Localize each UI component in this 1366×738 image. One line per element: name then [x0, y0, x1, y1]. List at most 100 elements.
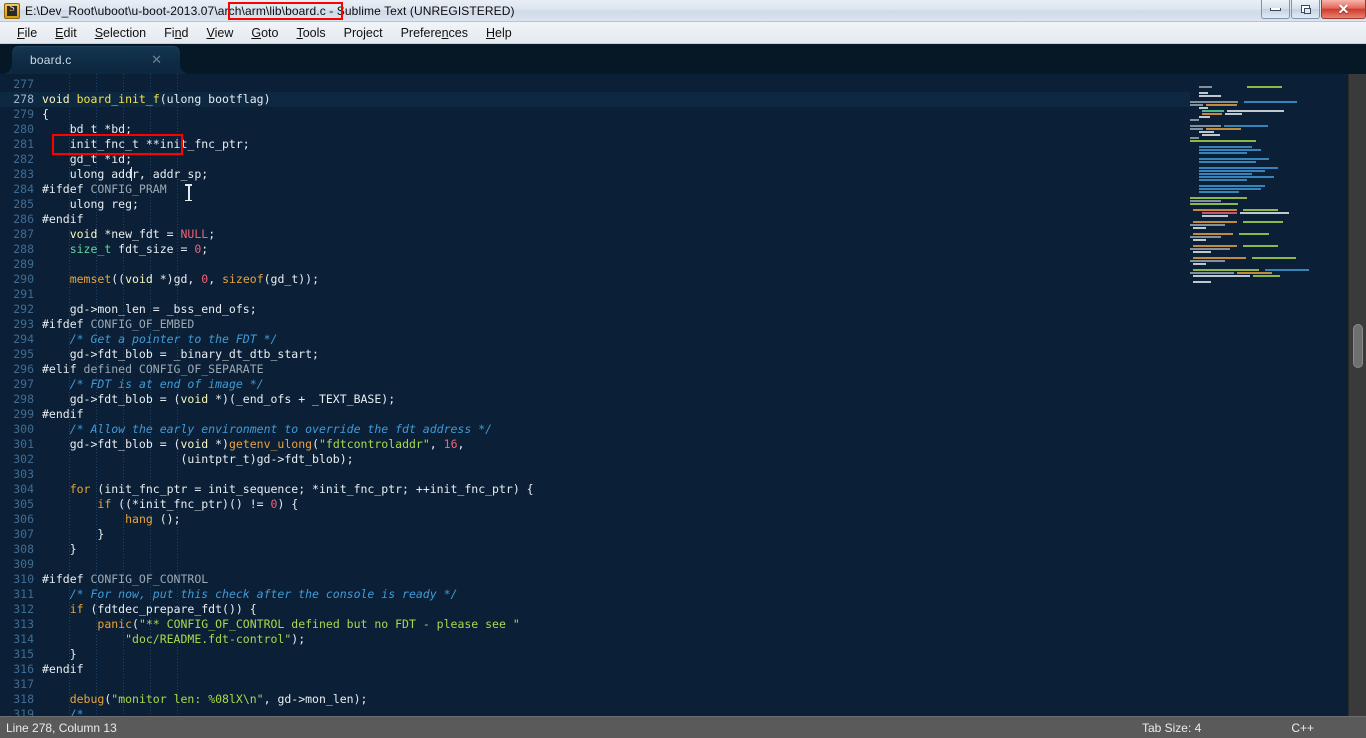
scrollbar-thumb[interactable] [1353, 324, 1363, 368]
code-line[interactable]: 284 #ifdef CONFIG_PRAM [0, 182, 1190, 197]
code-line[interactable]: 311 /* For now, put this check after the… [0, 587, 1190, 602]
code-line[interactable]: 298 gd->fdt_blob = (void *)(_end_ofs + _… [0, 392, 1190, 407]
minimap-token [1243, 221, 1283, 223]
code-line[interactable]: 292 gd->mon_len = _bss_end_ofs; [0, 302, 1190, 317]
menu-item-view[interactable]: View [197, 24, 242, 42]
code-line[interactable]: 288 size_t fdt_size = 0; [0, 242, 1190, 257]
token: (fdtdec_prepare_fdt()) { [83, 602, 257, 616]
code-line[interactable]: 317 [0, 677, 1190, 692]
token: , [429, 437, 444, 451]
line-text: memset((void *)gd, 0, sizeof(gd_t)); [42, 272, 319, 287]
token: sizeof [222, 272, 264, 286]
code-pane[interactable]: 277 278 void board_init_f(ulong bootflag)… [0, 74, 1190, 716]
code-line[interactable]: 305 if ((*init_fnc_ptr)() != 0) { [0, 497, 1190, 512]
minimap-token [1190, 125, 1221, 127]
code-line[interactable]: 277 [0, 77, 1190, 92]
menu-item-project[interactable]: Project [335, 24, 392, 42]
line-number: 314 [13, 632, 34, 646]
line-number: 307 [13, 527, 34, 541]
code-line[interactable]: 319 /* [0, 707, 1190, 716]
code-line[interactable]: 312 if (fdtdec_prepare_fdt()) { [0, 602, 1190, 617]
code-line[interactable]: 286 #endif [0, 212, 1190, 227]
code-minimap[interactable] [1190, 74, 1348, 716]
token: board_init_f [76, 92, 160, 106]
code-line[interactable]: 297 /* FDT is at end of image */ [0, 377, 1190, 392]
code-line[interactable]: 301 gd->fdt_blob = (void *)getenv_ulong(… [0, 437, 1190, 452]
menu-item-find[interactable]: Find [155, 24, 197, 42]
minimap-line [1190, 281, 1348, 284]
line-text: /* [42, 707, 84, 716]
token: debug [69, 692, 105, 706]
token: void [180, 392, 209, 406]
menu-item-file[interactable]: File [8, 24, 46, 42]
minimap-token [1190, 248, 1230, 250]
code-line[interactable]: 293 #ifdef CONFIG_OF_EMBED [0, 317, 1190, 332]
minimap-token [1247, 86, 1283, 88]
code-line[interactable]: 313 panic("** CONFIG_OF_CONTROL defined … [0, 617, 1190, 632]
code-line[interactable]: 283 ulong addr, addr_sp; [0, 167, 1190, 182]
code-line[interactable]: 285 ulong reg; [0, 197, 1190, 212]
line-text: for (init_fnc_ptr = init_sequence; *init… [42, 482, 534, 497]
code-line[interactable]: 314 "doc/README.fdt-control"); [0, 632, 1190, 647]
menu-item-tools[interactable]: Tools [287, 24, 334, 42]
code-line[interactable]: 289 [0, 257, 1190, 272]
code-line[interactable]: 287 void *new_fdt = NULL; [0, 227, 1190, 242]
code-line[interactable]: 308 } [0, 542, 1190, 557]
token: gd_t *id; [42, 152, 133, 166]
line-text: (uintptr_t)gd->fdt_blob); [42, 452, 353, 467]
token: /* Get a pointer to the FDT */ [69, 332, 278, 346]
code-line[interactable]: 278 void board_init_f(ulong bootflag) [0, 92, 1190, 107]
minimap-token [1193, 251, 1211, 253]
code-line[interactable]: 296 #elif defined CONFIG_OF_SEPARATE [0, 362, 1190, 377]
code-line[interactable]: 291 [0, 287, 1190, 302]
code-line[interactable]: 315 } [0, 647, 1190, 662]
token: #ifdef [42, 182, 91, 196]
minimize-button[interactable] [1261, 0, 1290, 19]
code-line[interactable]: 304 for (init_fnc_ptr = init_sequence; *… [0, 482, 1190, 497]
menu-item-selection[interactable]: Selection [86, 24, 155, 42]
minimize-icon [1270, 7, 1281, 11]
code-line[interactable]: 299 #endif [0, 407, 1190, 422]
code-line[interactable]: 294 /* Get a pointer to the FDT */ [0, 332, 1190, 347]
line-number: 300 [13, 422, 34, 436]
tab-size-status[interactable]: Tab Size: 4 [1142, 721, 1201, 735]
code-line[interactable]: 282 gd_t *id; [0, 152, 1190, 167]
line-number: 311 [13, 587, 34, 601]
minimap-token [1238, 233, 1270, 235]
tab-board-c[interactable]: board.c ✕ [2, 46, 190, 74]
code-line[interactable]: 316 #endif [0, 662, 1190, 677]
menu-item-help[interactable]: Help [477, 24, 521, 42]
code-line[interactable]: 290 memset((void *)gd, 0, sizeof(gd_t)); [0, 272, 1190, 287]
code-line[interactable]: 281 init_fnc_t **init_fnc_ptr; [0, 137, 1190, 152]
token: /* Allow the early environment to overri… [69, 422, 493, 436]
code-line[interactable]: 306 hang (); [0, 512, 1190, 527]
vertical-scrollbar[interactable] [1348, 74, 1366, 716]
restore-button[interactable] [1291, 0, 1320, 19]
code-line[interactable]: 310 #ifdef CONFIG_OF_CONTROL [0, 572, 1190, 587]
syntax-status[interactable]: C++ [1291, 721, 1314, 735]
menu-item-edit[interactable]: Edit [46, 24, 86, 42]
line-number: 295 [13, 347, 34, 361]
menu-item-preferences[interactable]: Preferences [392, 24, 477, 42]
close-button[interactable]: ✕ [1321, 0, 1366, 19]
token: , gd->mon_len); [263, 692, 368, 706]
code-line[interactable]: 309 [0, 557, 1190, 572]
code-line[interactable]: 280 bd_t *bd; [0, 122, 1190, 137]
code-line[interactable]: 307 } [0, 527, 1190, 542]
line-text: size_t fdt_size = 0; [42, 242, 209, 257]
token: init_fnc_t **init_fnc_ptr; [42, 137, 250, 151]
token: memset [69, 272, 112, 286]
code-line[interactable]: 318 debug("monitor len: %08lX\n", gd->mo… [0, 692, 1190, 707]
token: 16 [443, 437, 458, 451]
code-line[interactable]: 295 gd->fdt_blob = _binary_dt_dtb_start; [0, 347, 1190, 362]
menu-item-goto[interactable]: Goto [242, 24, 287, 42]
code-line[interactable]: 303 [0, 467, 1190, 482]
code-line[interactable]: 302 (uintptr_t)gd->fdt_blob); [0, 452, 1190, 467]
minimap-token [1193, 209, 1237, 211]
code-line[interactable]: 279 { [0, 107, 1190, 122]
tab-close-icon[interactable]: ✕ [151, 53, 162, 66]
code-line[interactable]: 300 /* Allow the early environment to ov… [0, 422, 1190, 437]
